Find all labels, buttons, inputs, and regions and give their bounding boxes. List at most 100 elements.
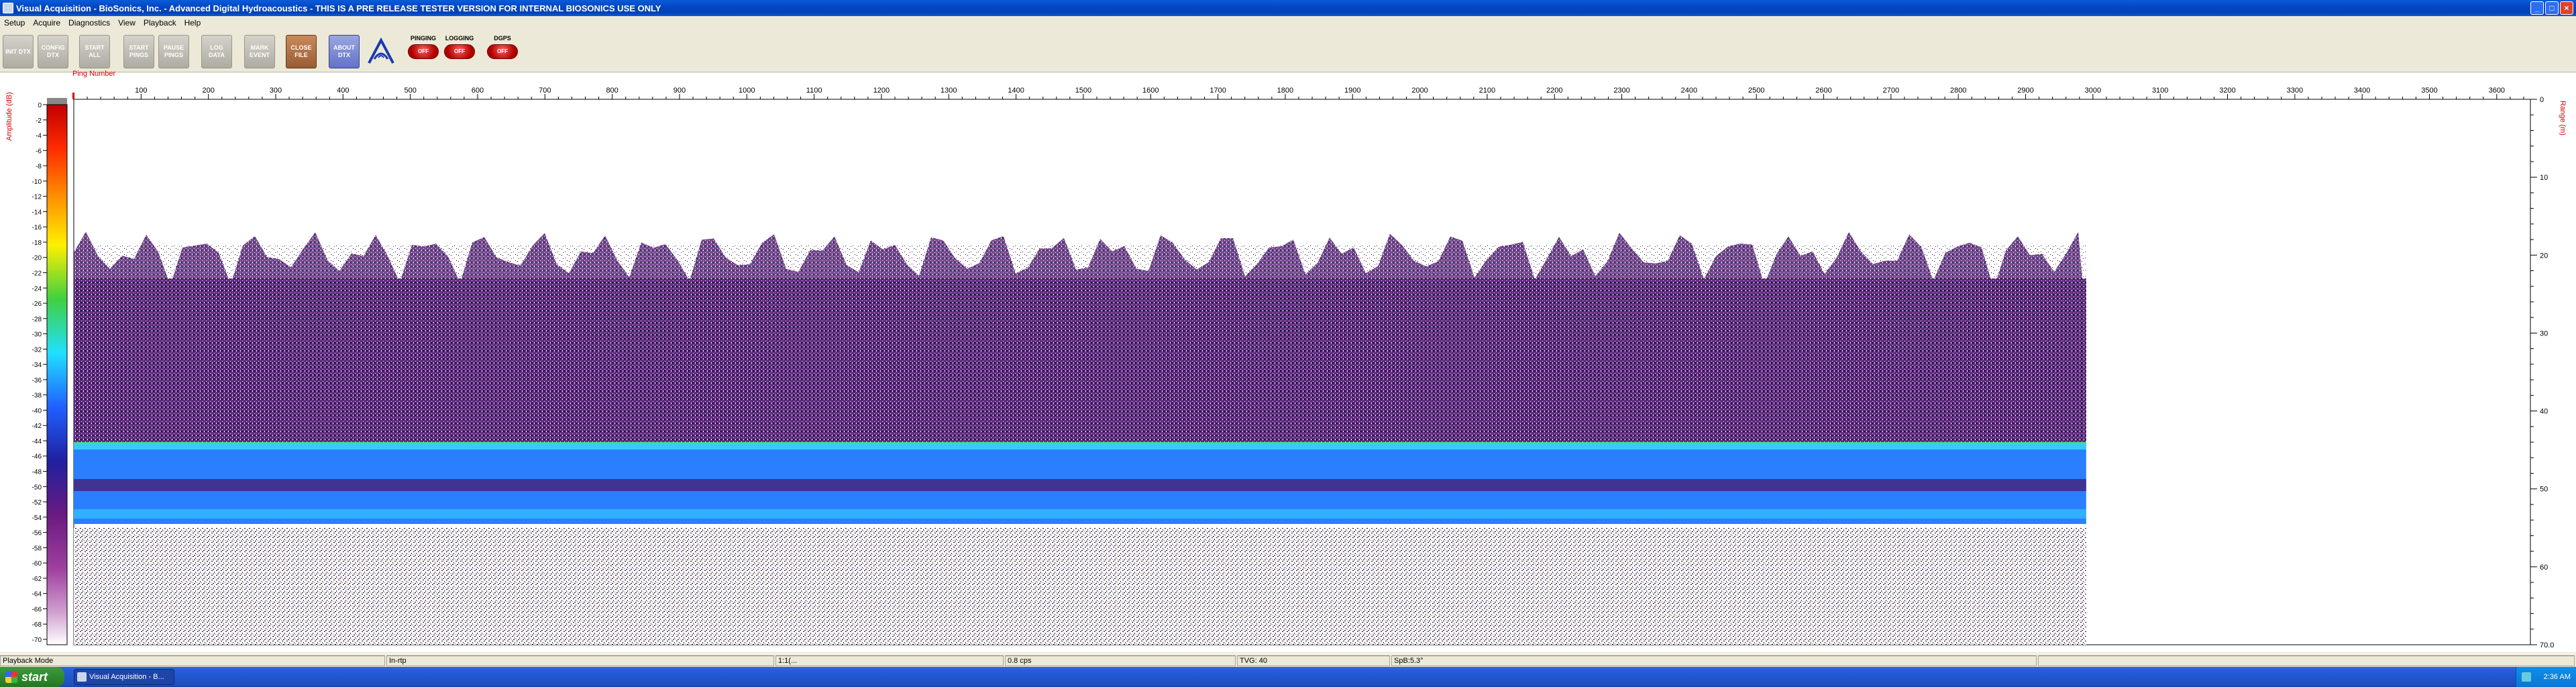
ping-tick-label: 2800	[1950, 87, 1966, 95]
start-button[interactable]: start	[0, 667, 64, 687]
ping-tick-label: 700	[539, 87, 551, 95]
amplitude-tick-label: -26	[32, 301, 42, 308]
amplitude-tick-label: -32	[32, 346, 42, 354]
log-data-button[interactable]: LOG DATA	[201, 35, 232, 68]
window-controls: _ □ ×	[2530, 1, 2573, 15]
status-bar: Playback Mode In-rtp 1:1(... 0.8 cps TVG…	[0, 653, 2576, 667]
amplitude-tick-label: -18	[32, 240, 42, 247]
ping-tick-label: 3100	[2152, 87, 2168, 95]
ping-tick-label: 2300	[1613, 87, 1629, 95]
colorbar-cap	[47, 98, 67, 105]
title-bar[interactable]: Visual Acquisition - BioSonics, Inc. - A…	[0, 0, 2576, 16]
pinging-status-badge: OFF	[408, 44, 439, 59]
amplitude-tick-label: -38	[32, 392, 42, 400]
menu-playback[interactable]: Playback	[140, 18, 180, 28]
ping-tick-label: 600	[472, 87, 484, 95]
amplitude-tick-label: -58	[32, 545, 42, 552]
bottom-interior-layer	[74, 479, 2086, 492]
amplitude-tick-label: -68	[32, 621, 42, 629]
taskbar-item-visual-acquisition[interactable]: Visual Acquisition - B...	[74, 669, 174, 685]
amplitude-tick-label: -24	[32, 285, 42, 293]
range-tick-label: 40	[2540, 408, 2548, 416]
mark-event-button[interactable]: MARK EVENT	[244, 35, 275, 68]
ping-tick-label: 3500	[2421, 87, 2437, 95]
menu-help[interactable]: Help	[180, 18, 205, 28]
amplitude-colorbar	[46, 104, 68, 645]
about-dtx-button[interactable]: ABOUT DTX	[329, 35, 360, 68]
dgps-label: DGPS	[494, 35, 511, 42]
menu-view[interactable]: View	[114, 18, 140, 28]
pinging-label: PINGING	[410, 35, 436, 42]
ping-tick-label: 200	[202, 87, 214, 95]
amplitude-tick-label: -56	[32, 530, 42, 537]
amplitude-tick-label: -16	[32, 224, 42, 231]
close-button[interactable]: ×	[2560, 1, 2573, 15]
status-segment-6	[2038, 655, 2575, 666]
amplitude-tick-label: -70	[32, 637, 42, 644]
start-pings-button[interactable]: START PINGS	[123, 35, 154, 68]
ping-tick-label: 1400	[1008, 87, 1024, 95]
menu-setup[interactable]: Setup	[0, 18, 29, 28]
amplitude-tick-label: -64	[32, 591, 42, 598]
toolbar: INIT DTX CONFIG DTX START ALL START PING…	[0, 30, 2576, 72]
amplitude-tick-label: 0	[38, 102, 42, 109]
menu-bar: Setup Acquire Diagnostics View Playback …	[0, 16, 2576, 30]
config-dtx-button[interactable]: CONFIG DTX	[38, 35, 68, 68]
amplitude-tick-label: -36	[32, 377, 42, 384]
system-tray: 2:36 AM	[2516, 667, 2576, 687]
ping-tick-label: 2200	[1546, 87, 1562, 95]
amplitude-tick-label: -48	[32, 469, 42, 476]
dgps-status-badge: OFF	[487, 44, 518, 59]
ping-tick-label: 500	[404, 87, 416, 95]
bottom-lower-layer	[74, 509, 2086, 519]
status-segment-2: 1:1(...	[775, 655, 1004, 666]
ping-tick-label: 1000	[739, 87, 755, 95]
pause-pings-button[interactable]: PAUSE PINGS	[158, 35, 189, 68]
amplitude-tick-label: -34	[32, 362, 42, 369]
logging-status-badge: OFF	[444, 44, 475, 59]
ping-tick-label: 2400	[1681, 87, 1697, 95]
amplitude-tick-label: -52	[32, 499, 42, 507]
amplitude-tick-label: -8	[36, 163, 42, 170]
amplitude-tick-label: -46	[32, 454, 42, 461]
range-tick-label: 0	[2540, 96, 2544, 104]
amplitude-tick-label: -30	[32, 331, 42, 339]
bottom-line	[74, 442, 2086, 445]
network-icon[interactable]	[2522, 672, 2531, 682]
amplitude-tick-label: -62	[32, 576, 42, 583]
ping-tick-label: 3400	[2354, 87, 2370, 95]
pinging-indicator: PINGING OFF	[405, 34, 441, 68]
menu-acquire[interactable]: Acquire	[29, 18, 64, 28]
ping-tick-label: 800	[606, 87, 618, 95]
amplitude-tick-label: -4	[36, 133, 42, 140]
ping-tick-label: 1800	[1277, 87, 1293, 95]
amplitude-tick-label: -44	[32, 438, 42, 445]
ping-tick-label: 1200	[873, 87, 890, 95]
ping-tick-label: 2000	[1411, 87, 1428, 95]
range-tick-label: 10	[2540, 174, 2548, 182]
init-dtx-button[interactable]: INIT DTX	[3, 35, 34, 68]
biosonics-logo-icon	[368, 37, 394, 64]
menu-diagnostics[interactable]: Diagnostics	[64, 18, 114, 28]
amplitude-tick-label: -10	[32, 178, 42, 186]
minimize-button[interactable]: _	[2530, 1, 2544, 15]
amplitude-tick-label: -54	[32, 515, 42, 522]
app-icon	[3, 3, 13, 13]
ping-tick-label: 1600	[1142, 87, 1159, 95]
ping-tick-label: 2700	[1883, 87, 1899, 95]
amplitude-tick-label: -28	[32, 316, 42, 323]
amplitude-tick-label: -20	[32, 255, 42, 262]
status-segment-3: 0.8 cps	[1005, 655, 1236, 666]
amplitude-tick-label: -22	[32, 270, 42, 277]
close-file-button[interactable]: CLOSE FILE	[286, 35, 317, 68]
echogram-chart[interactable]: 0 -2 -4 -6 -8 -10 -12 -14 -16 -18 -20 -22 -24 -26 -28 -…	[0, 72, 2576, 653]
ping-tick-label: 1300	[941, 87, 957, 95]
maximize-button[interactable]: □	[2545, 1, 2559, 15]
range-tick-label: 50	[2540, 486, 2548, 494]
ping-tick-label: 3300	[2287, 87, 2303, 95]
amplitude-tick-label: -12	[32, 194, 42, 201]
range-tick-label: 20	[2540, 252, 2548, 260]
app-icon	[77, 672, 87, 682]
amplitude-tick-label: -50	[32, 484, 42, 491]
start-all-button[interactable]: START ALL	[79, 35, 110, 68]
